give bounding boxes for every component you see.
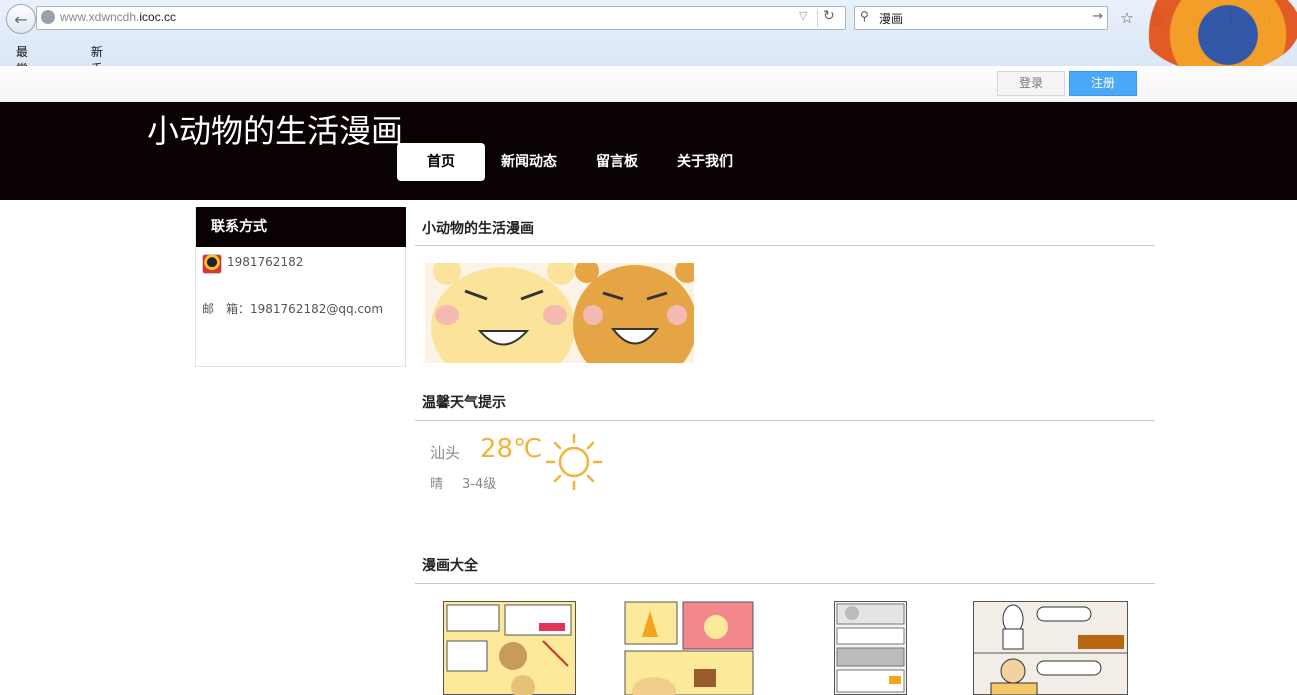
back-button[interactable]: ← — [6, 4, 36, 34]
url-path: www.xdwncdh. — [60, 10, 140, 24]
register-button[interactable]: 注册 — [1069, 71, 1137, 96]
weather-city: 汕头 — [430, 444, 461, 462]
sun-icon — [545, 433, 603, 491]
nav-home[interactable]: 首页 — [397, 143, 485, 181]
bear-banner-image — [425, 263, 694, 363]
search-go-icon[interactable]: → — [1092, 9, 1103, 24]
contact-sidebar: 联系方式 1981762182 邮 箱：1981762182@qq.com — [195, 207, 406, 367]
site-header: 小动物的生活漫画 首页 新闻动态 留言板 关于我们 — [0, 102, 1297, 200]
url-dropdown-icon[interactable]: ▽ — [799, 9, 807, 22]
login-button[interactable]: 登录 — [997, 71, 1065, 96]
nav-news[interactable]: 新闻动态 — [497, 143, 561, 181]
top-auth-bar: 登录 注册 — [0, 66, 1297, 102]
comic-thumbnail-1[interactable] — [443, 601, 576, 695]
weather-description: 晴 — [430, 477, 444, 492]
comic-thumbnail-2[interactable] — [624, 601, 754, 695]
url-bar[interactable]: www.xdwncdh.icoc.cc ▽ ↻ — [36, 6, 846, 30]
url-separator — [817, 9, 818, 27]
sidebar-heading: 联系方式 — [196, 207, 406, 247]
browser-chrome: ← www.xdwncdh.icoc.cc ▽ ↻ ⚲ 漫画 → ☆ ▤ ◡ ↓… — [0, 0, 1297, 110]
back-arrow-icon: ← — [14, 9, 28, 29]
globe-icon — [41, 10, 55, 24]
section-divider — [415, 583, 1155, 584]
search-icon: ⚲ — [860, 9, 869, 23]
contact-email: 邮 箱：1981762182@qq.com — [202, 302, 384, 316]
comic-thumbnail-4[interactable] — [973, 601, 1128, 695]
url-host: icoc.cc — [139, 10, 177, 24]
section-divider — [415, 420, 1155, 421]
qq-icon[interactable] — [202, 254, 222, 274]
qq-number: 1981762182 — [227, 255, 304, 269]
bookmark-star-icon[interactable]: ☆ — [1118, 9, 1136, 27]
browser-nav-row: ← www.xdwncdh.icoc.cc ▽ ↻ ⚲ 漫画 → ☆ ▤ ◡ ↓… — [0, 0, 1297, 73]
nav-guestbook[interactable]: 留言板 — [592, 143, 642, 181]
site-title: 小动物的生活漫画 — [147, 112, 404, 150]
reload-icon[interactable]: ↻ — [823, 8, 835, 24]
section-title-comics: 漫画大全 — [422, 558, 478, 574]
weather-wind: 3-4级 — [462, 477, 497, 492]
section-title-intro: 小动物的生活漫画 — [422, 221, 534, 237]
section-divider — [415, 245, 1155, 246]
search-input[interactable]: 漫画 — [879, 10, 903, 27]
nav-about[interactable]: 关于我们 — [674, 143, 736, 181]
firefox-logo-icon — [1140, 0, 1297, 73]
sidebar-heading-label: 联系方式 — [211, 219, 267, 235]
weather-temperature: 28℃ — [480, 434, 543, 464]
comic-thumbnail-3[interactable] — [834, 601, 907, 695]
section-title-weather: 温馨天气提示 — [422, 395, 506, 411]
search-bar[interactable]: ⚲ 漫画 → — [854, 6, 1108, 30]
url-text: www.xdwncdh.icoc.cc — [60, 10, 176, 24]
